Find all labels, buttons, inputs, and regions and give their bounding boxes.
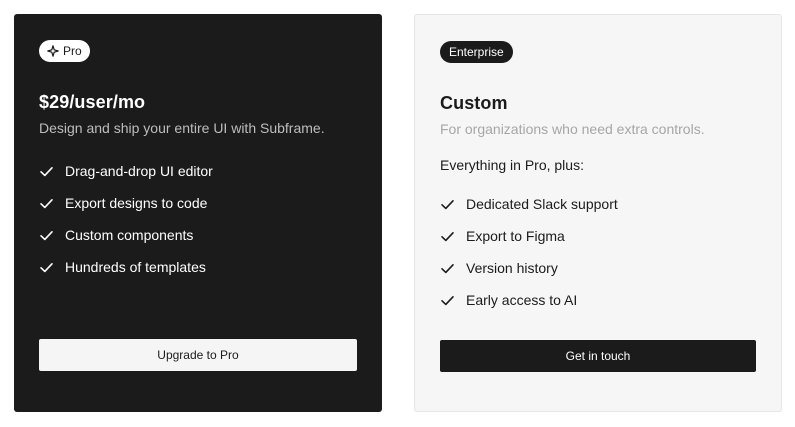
pro-plan-card: Pro $29/user/mo Design and ship your ent… xyxy=(14,14,382,412)
feature-item: Drag-and-drop UI editor xyxy=(39,155,357,187)
enterprise-lead-text: Everything in Pro, plus: xyxy=(440,157,584,173)
feature-label: Drag-and-drop UI editor xyxy=(65,163,213,179)
feature-item: Hundreds of templates xyxy=(39,251,357,283)
feature-label: Dedicated Slack support xyxy=(466,196,618,212)
pro-price: $29/user/mo xyxy=(39,92,146,112)
enterprise-feature-list: Everything in Pro, plus: Dedicated Slack… xyxy=(440,156,756,316)
check-icon xyxy=(441,295,454,305)
enterprise-badge-label: Enterprise xyxy=(449,45,504,59)
sparkle-icon xyxy=(47,45,59,57)
check-icon xyxy=(441,231,454,241)
enterprise-badge: Enterprise xyxy=(440,41,513,63)
enterprise-description: For organizations who need extra control… xyxy=(440,121,705,137)
feature-item: Version history xyxy=(440,252,756,284)
feature-item: Custom components xyxy=(39,219,357,251)
pro-feature-list: Drag-and-drop UI editor Export designs t… xyxy=(39,155,357,283)
pro-badge: Pro xyxy=(39,40,90,62)
check-icon xyxy=(441,263,454,273)
check-icon xyxy=(441,199,454,209)
feature-item: Export to Figma xyxy=(440,220,756,252)
feature-item: Dedicated Slack support xyxy=(440,188,756,220)
pro-description: Design and ship your entire UI with Subf… xyxy=(39,120,325,136)
feature-label: Export to Figma xyxy=(466,228,565,244)
feature-label: Custom components xyxy=(65,227,194,243)
feature-label: Early access to AI xyxy=(466,292,578,308)
get-in-touch-button[interactable]: Get in touch xyxy=(440,340,756,372)
check-icon xyxy=(40,262,53,272)
check-icon xyxy=(40,230,53,240)
feature-label: Export designs to code xyxy=(65,195,208,211)
feature-label: Version history xyxy=(466,260,558,276)
feature-label: Hundreds of templates xyxy=(65,259,206,275)
feature-item: Export designs to code xyxy=(39,187,357,219)
check-icon xyxy=(40,166,53,176)
enterprise-plan-card: Enterprise Custom For organizations who … xyxy=(414,14,782,412)
enterprise-title: Custom xyxy=(440,93,508,113)
check-icon xyxy=(40,198,53,208)
pro-badge-label: Pro xyxy=(63,44,82,58)
feature-item: Early access to AI xyxy=(440,284,756,316)
upgrade-to-pro-button[interactable]: Upgrade to Pro xyxy=(39,339,357,371)
